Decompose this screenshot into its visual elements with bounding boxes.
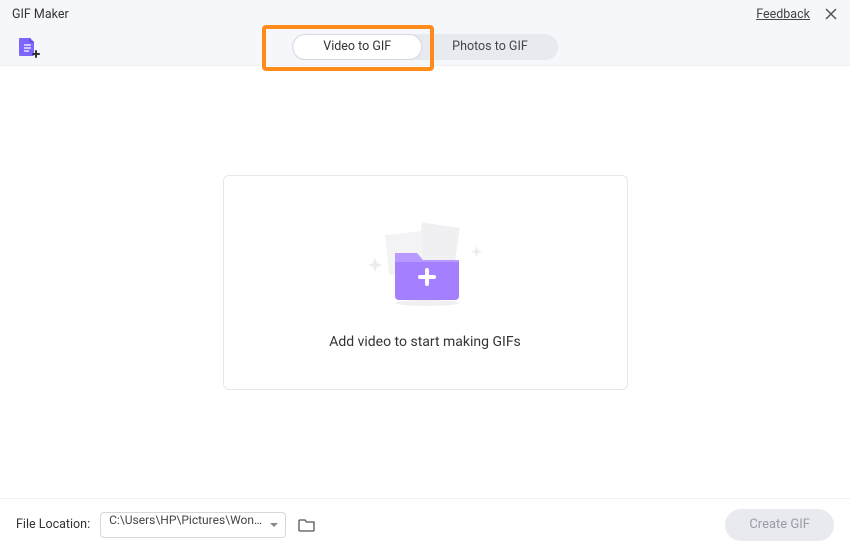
create-gif-button[interactable]: Create GIF bbox=[725, 509, 834, 541]
tab-video-to-gif[interactable]: Video to GIF bbox=[292, 34, 422, 60]
folder-plus-illustration bbox=[355, 215, 495, 310]
file-location-label: File Location: bbox=[16, 517, 90, 532]
toolbar: Video to GIF Photos to GIF bbox=[0, 28, 850, 66]
tab-container: Video to GIF Photos to GIF bbox=[292, 34, 558, 60]
add-file-icon[interactable] bbox=[16, 36, 40, 58]
file-location-select[interactable]: C:\Users\HP\Pictures\Wondersh bbox=[100, 512, 286, 538]
tab-photos-to-gif[interactable]: Photos to GIF bbox=[422, 34, 558, 60]
title-bar-actions: Feedback bbox=[756, 7, 838, 22]
title-bar: GIF Maker Feedback bbox=[0, 0, 850, 28]
footer-bar: File Location: C:\Users\HP\Pictures\Wond… bbox=[0, 498, 850, 550]
tab-pill: Video to GIF Photos to GIF bbox=[292, 34, 558, 60]
main-area: Add video to start making GIFs bbox=[0, 66, 850, 498]
feedback-link[interactable]: Feedback bbox=[756, 7, 810, 22]
drop-zone-text: Add video to start making GIFs bbox=[329, 334, 521, 350]
add-video-drop-zone[interactable]: Add video to start making GIFs bbox=[223, 175, 628, 390]
footer-left: File Location: C:\Users\HP\Pictures\Wond… bbox=[16, 512, 318, 538]
close-icon[interactable] bbox=[824, 7, 838, 21]
app-title: GIF Maker bbox=[12, 7, 69, 22]
browse-folder-icon[interactable] bbox=[296, 514, 318, 536]
